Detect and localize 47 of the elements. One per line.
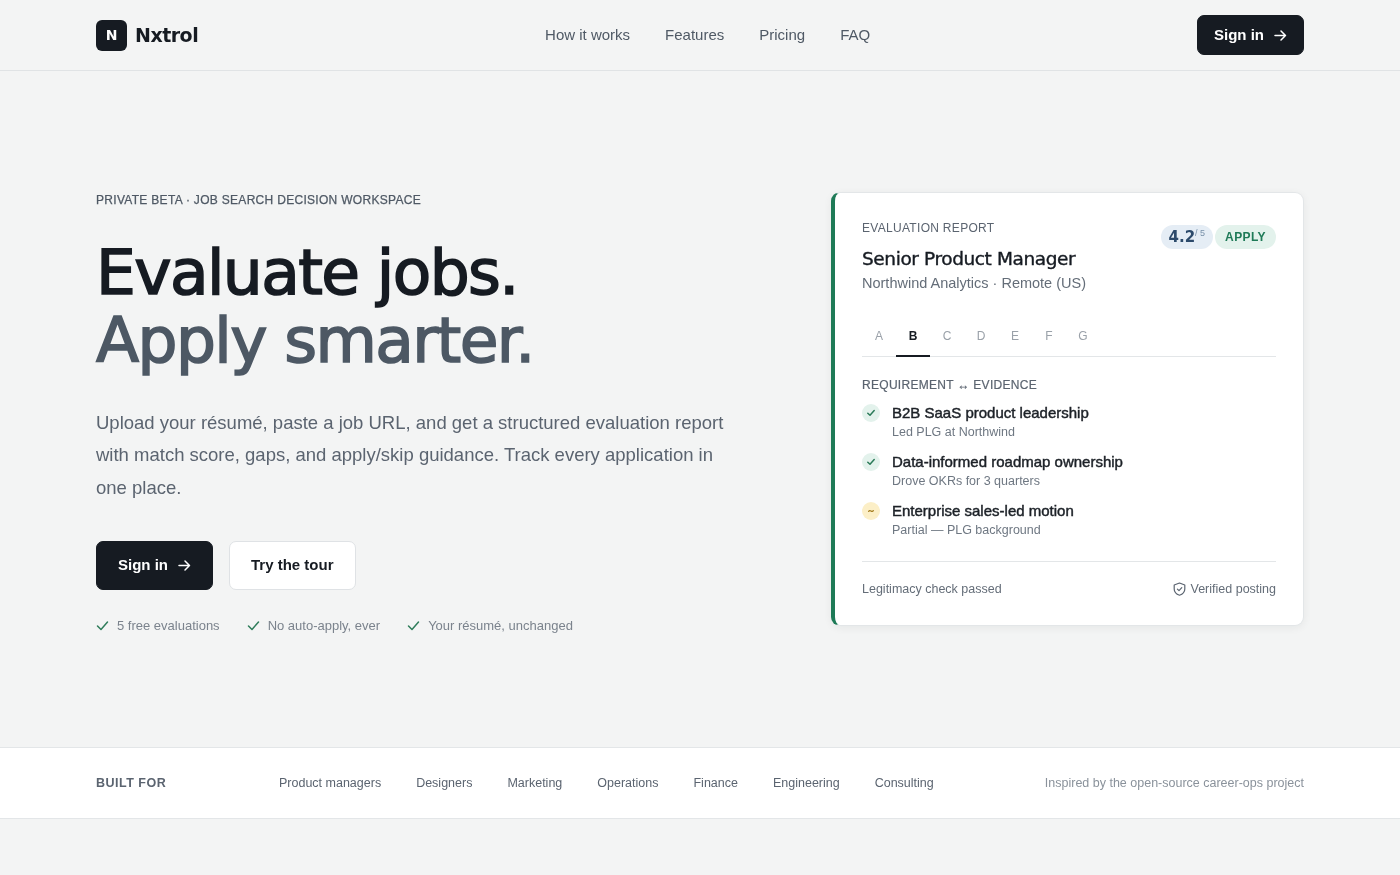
verdict-badge: APPLY: [1215, 225, 1276, 250]
arrow-icon: [178, 559, 191, 572]
perk-text: Your résumé, unchanged: [428, 617, 573, 635]
shield-check-icon: [1172, 582, 1186, 597]
requirement-title: Enterprise sales-led motion: [892, 500, 1074, 521]
perk-text: 5 free evaluations: [117, 617, 220, 635]
perk-text: No auto-apply, ever: [267, 617, 381, 635]
company-location: Northwind Analytics · Remote (US): [862, 274, 1086, 294]
check-icon: [246, 619, 260, 633]
nav-link[interactable]: Pricing: [759, 23, 806, 47]
legitimacy-text: Legitimacy check passed: [862, 580, 1002, 598]
audience-label: Operations: [597, 774, 659, 792]
audience-label: Engineering: [772, 774, 840, 792]
logo-mark: N: [96, 19, 127, 51]
evidence-text: Drove OKRs for 3 quarters: [892, 472, 1041, 490]
check-icon: [407, 619, 421, 633]
score-badge: 4.2$^{/ 5}$: [1160, 225, 1214, 250]
headline: Apply smarter.: [96, 306, 535, 375]
audience-label: Consulting: [874, 774, 934, 792]
sign-in-button[interactable]: Sign in: [96, 541, 213, 590]
audience-label: Designers: [416, 774, 473, 792]
report-tab[interactable]: B: [896, 322, 930, 357]
built-for-label: BUILT FOR: [96, 774, 168, 792]
nav-link[interactable]: FAQ: [840, 23, 871, 47]
eyebrow-text: PRIVATE BETA · JOB SEARCH DECISION WORKSPACE: [96, 191, 423, 209]
tour-button[interactable]: Try the tour: [229, 541, 356, 590]
requirement-title: B2B SaaS product leadership: [892, 402, 1089, 423]
audience-label: Marketing: [507, 774, 563, 792]
check-icon: [96, 619, 109, 633]
audience-label: Product managers: [279, 774, 382, 792]
job-title: Senior Product Manager: [862, 247, 1077, 272]
intro-paragraph: Upload your résumé, paste a job URL, and get a structured evaluation report with match score, gaps, and apply/skip guidance. Track every application in one place.: [96, 410, 725, 500]
evidence-text: Partial — PLG background: [892, 521, 1042, 539]
headline: Evaluate jobs.: [96, 238, 519, 307]
section-label: REQUIREMENT ↔ EVIDENCE: [862, 376, 1039, 394]
audience-label: Finance: [693, 774, 738, 792]
requirement-title: Data-informed roadmap ownership: [892, 451, 1123, 472]
arrow-icon: [1274, 28, 1287, 42]
verified-text: Verified posting: [1190, 580, 1276, 598]
nav-link[interactable]: Features: [665, 23, 725, 47]
brand-name: Nxtrol: [135, 22, 199, 48]
logo[interactable]: N Nxtrol: [96, 19, 199, 51]
nav-link[interactable]: How it works: [545, 23, 631, 47]
report-label: EVALUATION REPORT: [862, 220, 996, 238]
sign-in-button[interactable]: Sign in: [1197, 15, 1304, 55]
credit-note: Inspired by the open-source career-ops project: [1044, 774, 1304, 792]
evidence-text: Led PLG at Northwind: [892, 423, 1016, 441]
